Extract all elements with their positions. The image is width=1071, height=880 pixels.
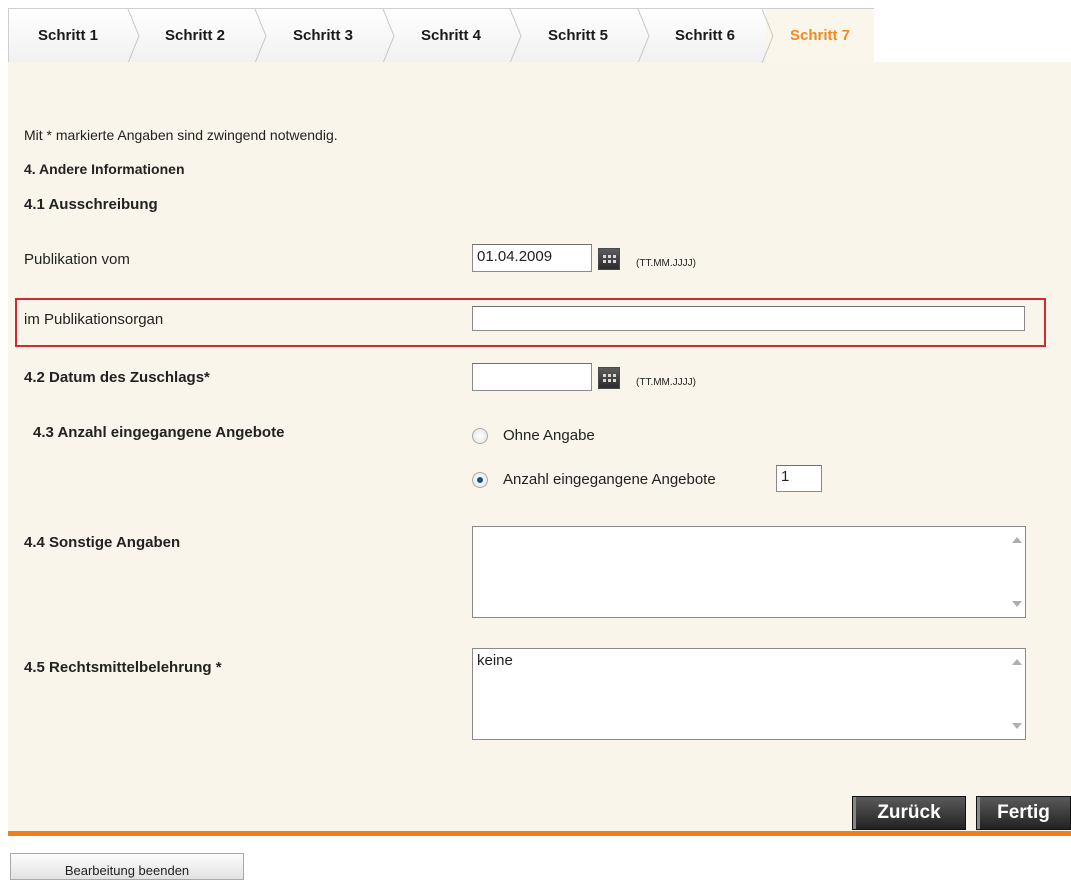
bottom-accent-bar bbox=[8, 831, 1071, 836]
publication-date-input[interactable]: 01.04.2009 bbox=[472, 244, 592, 272]
date-format-hint: (TT.MM.JJJJ) bbox=[636, 377, 696, 388]
tab-separator-icon bbox=[637, 9, 650, 63]
tab-step-6[interactable]: Schritt 6 bbox=[643, 9, 767, 63]
legal-remedy-text: keine bbox=[477, 652, 513, 669]
offers-count-input[interactable]: 1 bbox=[776, 465, 822, 492]
calendar-icon[interactable] bbox=[598, 248, 620, 270]
legal-remedy-label: 4.5 Rechtsmittelbelehrung * bbox=[24, 659, 222, 676]
back-button[interactable]: Zurück bbox=[852, 796, 966, 830]
radio-ohne-angabe-label: Ohne Angabe bbox=[503, 427, 595, 444]
textarea-scrollbar[interactable] bbox=[1008, 527, 1025, 617]
other-info-label: 4.4 Sonstige Angaben bbox=[24, 534, 181, 551]
award-date-input[interactable] bbox=[472, 363, 592, 391]
scroll-down-icon[interactable] bbox=[1012, 723, 1022, 729]
other-info-textarea[interactable] bbox=[472, 526, 1026, 618]
legal-remedy-textarea[interactable]: keine bbox=[472, 648, 1026, 740]
section-title: 4. Andere Informationen bbox=[24, 161, 185, 177]
tab-step-4[interactable]: Schritt 4 bbox=[389, 9, 513, 63]
calendar-icon[interactable] bbox=[598, 367, 620, 389]
tab-separator-icon bbox=[127, 9, 140, 63]
tab-step-3[interactable]: Schritt 3 bbox=[261, 9, 385, 63]
offers-label: 4.3 Anzahl eingegangene Angebote bbox=[33, 424, 285, 441]
publication-organ-label: im Publikationsorgan bbox=[24, 311, 164, 328]
award-date-label: 4.2 Datum des Zuschlags* bbox=[24, 369, 210, 386]
scroll-up-icon[interactable] bbox=[1012, 659, 1022, 665]
required-note: Mit * markierte Angaben sind zwingend no… bbox=[24, 127, 338, 143]
textarea-scrollbar[interactable] bbox=[1008, 649, 1025, 739]
tab-step-1[interactable]: Schritt 1 bbox=[9, 9, 127, 63]
scroll-down-icon[interactable] bbox=[1012, 601, 1022, 607]
tab-separator-icon bbox=[382, 9, 395, 63]
scroll-up-icon[interactable] bbox=[1012, 537, 1022, 543]
radio-anzahl-angebote[interactable] bbox=[472, 472, 488, 488]
tab-separator-icon bbox=[254, 9, 267, 63]
step-tabs: Schritt 1 Schritt 2 Schritt 3 Schritt 4 … bbox=[8, 8, 874, 64]
tab-separator-icon bbox=[761, 9, 774, 63]
publication-organ-input[interactable] bbox=[472, 306, 1025, 331]
radio-ohne-angabe[interactable] bbox=[472, 428, 488, 444]
finish-button[interactable]: Fertig bbox=[976, 796, 1071, 830]
tab-step-5[interactable]: Schritt 5 bbox=[516, 9, 640, 63]
radio-anzahl-angebote-label: Anzahl eingegangene Angebote bbox=[503, 471, 716, 488]
tab-step-7[interactable]: Schritt 7 bbox=[766, 9, 874, 64]
tab-step-2[interactable]: Schritt 2 bbox=[134, 9, 256, 63]
tab-separator-icon bbox=[509, 9, 522, 63]
end-editing-button[interactable]: Bearbeitung beenden bbox=[10, 853, 244, 880]
publication-date-label: Publikation vom bbox=[24, 251, 130, 268]
date-format-hint: (TT.MM.JJJJ) bbox=[636, 258, 696, 269]
subsection-ausschreibung: 4.1 Ausschreibung bbox=[24, 196, 158, 213]
